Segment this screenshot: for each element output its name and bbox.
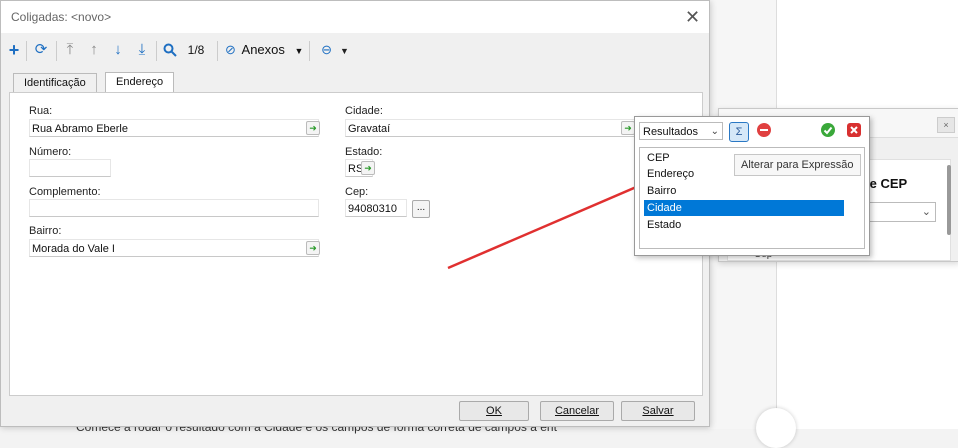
search-icon[interactable] — [161, 39, 179, 61]
anexos-label: Anexos — [241, 42, 285, 57]
toolbar-separator — [156, 41, 157, 61]
toolbar-separator — [309, 41, 310, 61]
toolbar: + ⟳ ⤒ ↑ ↓ ⤓ 1/8 ⊘ Anexos ▼ ⊖ ▼ — [1, 35, 709, 65]
refresh-icon[interactable]: ⟳ — [31, 39, 51, 61]
resultados-value: Resultados — [643, 126, 699, 138]
next-record-icon[interactable]: ↓ — [109, 39, 127, 61]
secondary-close-icon[interactable]: × — [937, 117, 955, 133]
lookup-popup: Resultados ⌄ Σ CEP Endereço Bairro Cidad… — [634, 116, 870, 256]
salvar-label: Salvar — [642, 405, 674, 417]
titlebar: Coligadas: <novo> ✕ — [1, 1, 709, 33]
confirm-icon[interactable] — [819, 122, 837, 140]
tab-identificacao[interactable]: Identificação — [13, 73, 97, 93]
coligadas-dialog: Coligadas: <novo> ✕ + ⟳ ⤒ ↑ ↓ ⤓ 1/8 ⊘ An… — [0, 0, 710, 427]
ok-button[interactable]: OK — [459, 401, 529, 421]
cancelar-button[interactable]: Cancelar — [540, 401, 614, 421]
toolbar-separator — [217, 41, 218, 61]
tooltip: Alterar para Expressão — [734, 154, 861, 176]
list-item-cidade[interactable]: Cidade — [644, 200, 844, 216]
window-title: Coligadas: <novo> — [11, 10, 112, 24]
annotation-arrow — [447, 157, 702, 270]
anexos-button[interactable]: ⊘ Anexos ▼ — [225, 39, 309, 61]
options-icon: ⊖ — [321, 42, 332, 57]
list-item-estado[interactable]: Estado — [644, 217, 844, 233]
salvar-button[interactable]: Salvar — [621, 401, 695, 421]
chevron-down-icon: ⌄ — [921, 206, 931, 218]
more-options-button[interactable]: ⊖ ▼ — [315, 39, 355, 61]
paperclip-icon: ⊘ — [225, 42, 236, 57]
floating-button[interactable] — [756, 408, 796, 448]
cancel-icon[interactable] — [845, 122, 863, 140]
tab-endereco[interactable]: Endereço — [105, 72, 175, 94]
first-record-icon[interactable]: ⤒ — [61, 39, 79, 61]
close-icon[interactable]: ✕ — [685, 7, 700, 28]
toolbar-separator — [26, 41, 27, 61]
secondary-scrollbar[interactable] — [947, 165, 951, 235]
caret-down-icon: ▼ — [339, 46, 349, 56]
remove-icon[interactable] — [755, 122, 773, 140]
cancelar-label: Cancelar — [554, 405, 600, 417]
toolbar-separator — [56, 41, 57, 61]
last-record-icon[interactable]: ⤓ — [133, 39, 151, 61]
secondary-heading: le CEP — [866, 176, 908, 191]
previous-record-icon[interactable]: ↑ — [85, 39, 103, 61]
record-position: 1/8 — [187, 43, 205, 57]
add-icon[interactable]: + — [5, 39, 23, 61]
caret-down-icon: ▼ — [294, 46, 304, 56]
resultados-select[interactable]: Resultados ⌄ — [639, 122, 723, 140]
secondary-dropdown[interactable]: ⌄ — [866, 202, 936, 222]
list-item-bairro[interactable]: Bairro — [644, 183, 844, 199]
sigma-expression-icon[interactable]: Σ — [729, 122, 749, 142]
chevron-down-icon: ⌄ — [710, 126, 719, 137]
endereco-panel: Rua: Rua Abramo Eberle ➜ Número: Complem… — [9, 92, 703, 396]
ok-label: OK — [486, 405, 502, 417]
